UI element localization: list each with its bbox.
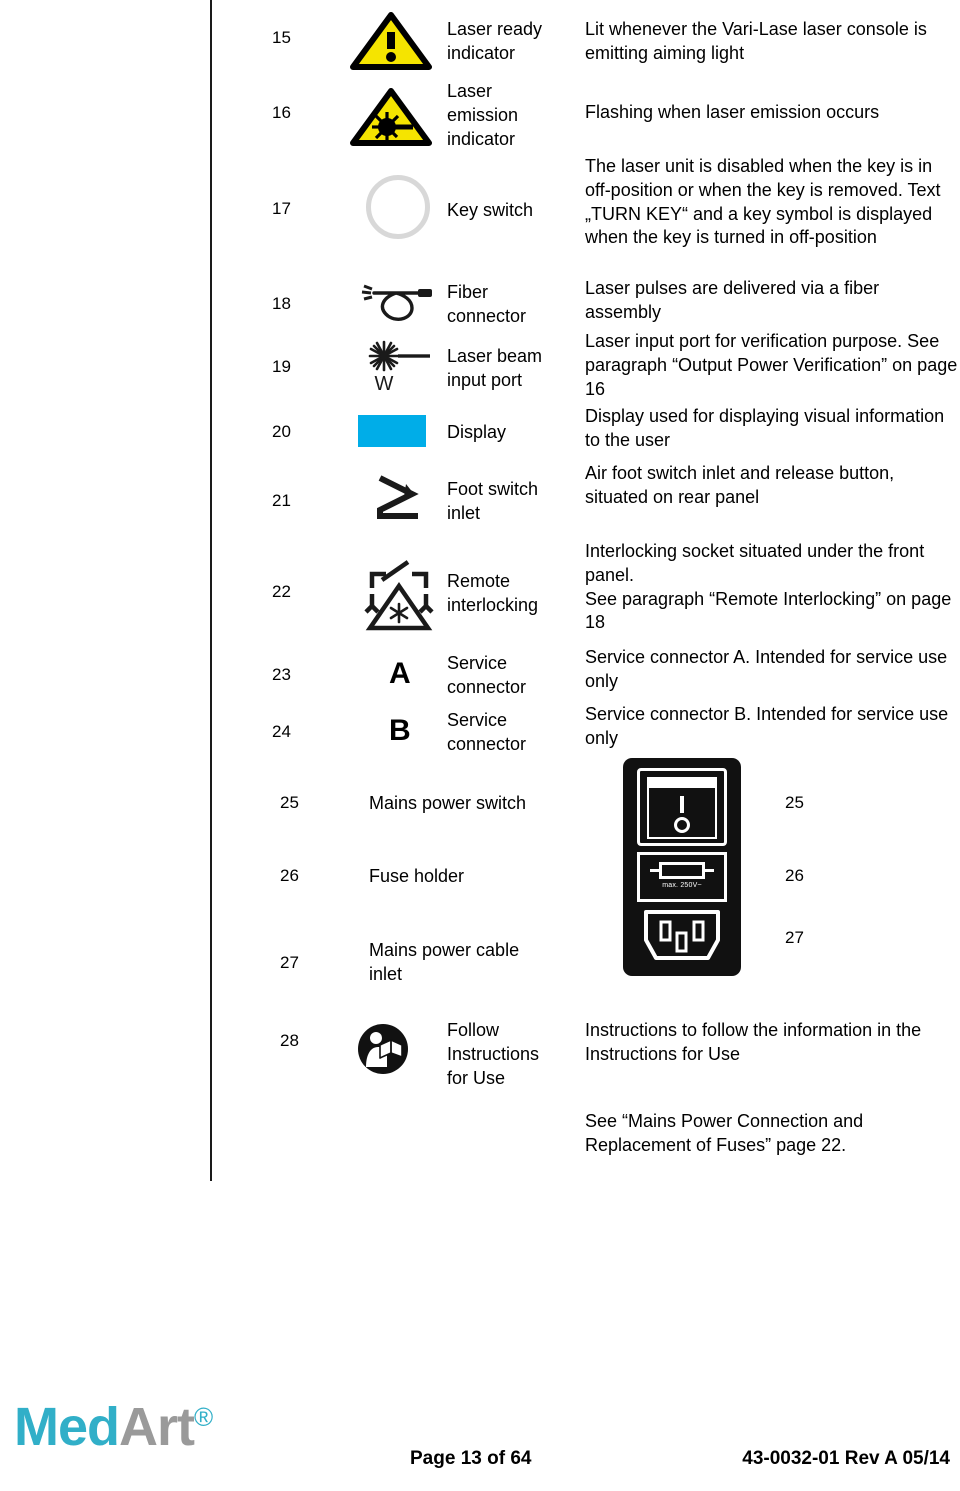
callout-number-27: 27 xyxy=(785,928,804,947)
row-description-16: Flashing when laser emission occurs xyxy=(585,102,880,122)
iec-power-entry-module-icon: max. 250V~ xyxy=(623,758,741,976)
row-label-16: Laser emission indicator xyxy=(447,81,519,149)
switch-off-symbol xyxy=(674,817,690,833)
fuse-icon xyxy=(650,862,714,879)
row-description-22: Interlocking socket situated under the f… xyxy=(585,541,952,633)
fuse-rating-label: max. 250V~ xyxy=(662,882,702,889)
laser-radiation-triangle-icon xyxy=(350,88,432,151)
row-label-17: Key switch xyxy=(447,200,534,220)
remote-interlocking-icon xyxy=(360,558,440,639)
laser-beam-input-port-icon: W xyxy=(358,338,442,399)
row-number-26: 26 xyxy=(280,866,299,885)
row-description-17: The laser unit is disabled when the key … xyxy=(585,156,941,248)
row-number-20: 20 xyxy=(272,422,291,441)
registered-trademark-icon: ® xyxy=(194,1402,213,1432)
row-number-17: 17 xyxy=(272,199,291,218)
display-swatch-icon xyxy=(358,415,426,447)
row-label-19: Laser beam input port xyxy=(447,346,543,390)
footer-page-number: Page 13 of 64 xyxy=(410,1448,532,1469)
callout-number-25: 25 xyxy=(785,793,804,812)
key-switch-ring-icon xyxy=(366,175,430,239)
row-label-21: Foot switch inlet xyxy=(447,479,539,523)
row-label-24: Service connector xyxy=(447,710,527,754)
row-description-19: Laser input port for verification purpos… xyxy=(585,331,958,399)
row-number-24: 24 xyxy=(272,722,291,741)
mains-power-switch-graphic xyxy=(637,768,727,846)
row-number-27: 27 xyxy=(280,953,299,972)
row-description-24: Service connector B. Intended for servic… xyxy=(585,704,949,748)
footer-document-reference: 43-0032-01 Rev A 05/14 xyxy=(742,1448,950,1469)
row-label-26: Fuse holder xyxy=(369,866,465,886)
switch-on-symbol xyxy=(680,796,684,813)
foot-switch-inlet-icon xyxy=(368,472,432,533)
fuse-holder-graphic: max. 250V~ xyxy=(637,852,727,902)
row-number-22: 22 xyxy=(272,582,291,601)
row-label-15: Laser ready indicator xyxy=(447,19,543,63)
logo-text-art: Art xyxy=(119,1397,195,1457)
row-description-18: Laser pulses are delivered via a fiber a… xyxy=(585,278,880,322)
row-number-16: 16 xyxy=(272,103,291,122)
row-description-23: Service connector A. Intended for servic… xyxy=(585,647,948,691)
row-number-18: 18 xyxy=(272,294,291,313)
warning-triangle-exclamation-icon xyxy=(350,12,432,75)
row-label-20: Display xyxy=(447,422,507,442)
row-label-27: Mains power cable inlet xyxy=(369,940,520,984)
row-number-28: 28 xyxy=(280,1031,299,1050)
mains-power-note: See “Mains Power Connection and Replacem… xyxy=(585,1111,864,1155)
manual-page: 15 Laser ready indicator Lit whenever th… xyxy=(0,0,960,1491)
logo-text-med: Med xyxy=(14,1397,120,1457)
row-description-28: Instructions to follow the information i… xyxy=(585,1020,922,1064)
row-number-21: 21 xyxy=(272,491,291,510)
row-label-23: Service connector xyxy=(447,653,527,697)
laser-port-unit-label: W xyxy=(375,373,394,394)
row-number-15: 15 xyxy=(272,28,291,47)
letter-b-icon: B xyxy=(389,714,411,747)
row-number-23: 23 xyxy=(272,665,291,684)
row-label-28: Follow Instructions for Use xyxy=(447,1020,540,1088)
table-left-border xyxy=(210,0,212,1181)
callout-number-26: 26 xyxy=(785,866,804,885)
follow-instructions-for-use-icon xyxy=(357,1023,409,1080)
fiber-connector-icon xyxy=(358,278,442,331)
row-number-25: 25 xyxy=(280,793,299,812)
letter-a-icon: A xyxy=(389,657,411,690)
row-description-20: Display used for displaying visual infor… xyxy=(585,406,945,450)
medart-logo: MedArt® xyxy=(14,1397,213,1457)
row-label-25: Mains power switch xyxy=(369,793,527,813)
row-label-18: Fiber connector xyxy=(447,282,527,326)
mains-inlet-graphic xyxy=(636,906,728,968)
row-number-19: 19 xyxy=(272,357,291,376)
row-description-15: Lit whenever the Vari-Lase laser console… xyxy=(585,19,927,63)
row-label-22: Remote interlocking xyxy=(447,571,539,615)
row-description-21: Air foot switch inlet and release button… xyxy=(585,463,895,507)
